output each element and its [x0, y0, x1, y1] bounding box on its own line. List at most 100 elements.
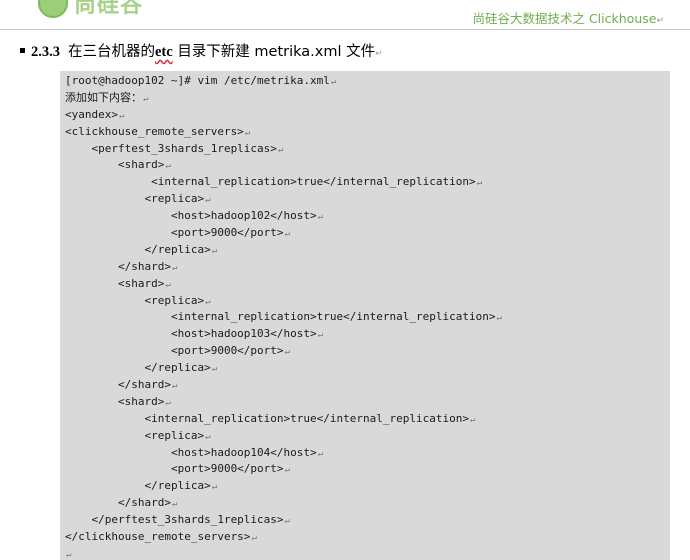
- document-page: 尚硅谷 尚硅谷大数据技术之 Clickhouse↵ 2.3.3 在三台机器的etc…: [0, 0, 690, 560]
- paragraph-mark-icon: ↵: [476, 178, 483, 189]
- section-heading: 2.3.3 在三台机器的etc 目录下新建 metrika.xml 文件↵: [20, 40, 383, 61]
- paragraph-mark-icon: ↵: [118, 110, 125, 121]
- paragraph-mark-icon: ↵: [284, 516, 290, 527]
- code-line-text: </shard>: [65, 378, 171, 392]
- paragraph-mark-icon: ↵: [330, 77, 337, 87]
- code-line-text: <shard>: [65, 158, 165, 172]
- code-line-text: <port>9000</port>: [65, 462, 284, 476]
- code-line: <host>hadoop102</host>↵: [65, 208, 502, 225]
- code-line-text: </replica>: [65, 242, 211, 256]
- paragraph-mark-icon: ↵: [277, 144, 284, 155]
- paragraph-mark-icon: ↵: [211, 245, 218, 256]
- code-line-text: <yandex>: [65, 107, 118, 121]
- section-keyword: etc: [155, 44, 173, 60]
- code-line: <port>9000</port>↵: [65, 461, 502, 478]
- paragraph-mark-icon: ↵: [496, 313, 502, 324]
- section-number: 2.3.3: [31, 44, 60, 60]
- code-line: <clickhouse_remote_servers>↵: [65, 124, 502, 141]
- code-line-text: <host>hadoop102</host>: [65, 209, 317, 223]
- code-line: [root@hadoop102 ~]# vim /etc/metrika.xml…: [65, 73, 502, 90]
- code-line-text: <replica>: [65, 428, 205, 442]
- code-line: <shard>↵: [65, 157, 502, 174]
- paragraph-mark-icon: ↵: [317, 330, 324, 341]
- code-line-text: 添加如下内容：: [65, 90, 142, 104]
- code-line: <host>hadoop103</host>↵: [65, 326, 502, 343]
- code-line: <host>hadoop104</host>↵: [65, 445, 502, 462]
- brand-logo: 尚硅谷: [38, 0, 143, 18]
- header-divider: [0, 29, 690, 30]
- bullet-icon: [20, 47, 25, 53]
- paragraph-mark-icon: ↵: [284, 229, 290, 240]
- code-line-text: </shard>: [65, 259, 171, 273]
- code-line: <perftest_3shards_1replicas>↵: [65, 141, 502, 158]
- header-title-text: 尚硅谷大数据技术之 Clickhouse: [472, 11, 657, 26]
- page-header-title: 尚硅谷大数据技术之 Clickhouse↵: [472, 8, 664, 27]
- paragraph-mark-icon: ↵: [211, 482, 218, 493]
- code-line-text: </perftest_3shards_1replicas>: [65, 513, 284, 527]
- paragraph-mark-icon: ↵: [317, 212, 324, 223]
- paragraph-mark-icon: ↵: [165, 279, 171, 290]
- paragraph-mark-icon: ↵: [171, 381, 178, 392]
- code-lines: [root@hadoop102 ~]# vim /etc/metrika.xml…: [65, 73, 502, 560]
- code-line: <port>9000</port>↵: [65, 343, 502, 360]
- paragraph-mark-icon: ↵: [165, 397, 171, 408]
- code-line-text: <internal_replication>true</internal_rep…: [65, 175, 476, 189]
- paragraph-mark-icon: ↵: [205, 431, 211, 442]
- code-line-text: <port>9000</port>: [65, 344, 284, 358]
- paragraph-mark-icon: ↵: [284, 465, 290, 476]
- section-text-after: 目录下新建 metrika.xml 文件: [177, 44, 376, 60]
- code-line-text: <shard>: [65, 276, 165, 290]
- code-line: <replica>↵: [65, 428, 502, 445]
- code-line-text: <perftest_3shards_1replicas>: [65, 141, 277, 155]
- code-line-text: </clickhouse_remote_servers>: [65, 530, 251, 544]
- code-line-text: [root@hadoop102 ~]# vim /etc/metrika.xml: [65, 74, 330, 87]
- code-line: </perftest_3shards_1replicas>↵: [65, 512, 502, 529]
- code-line: ↵: [65, 546, 502, 560]
- code-line: </replica>↵: [65, 478, 502, 495]
- code-line: <internal_replication>true</internal_rep…: [65, 411, 502, 428]
- code-line-text: <shard>: [65, 394, 165, 408]
- code-line-text: <internal_replication>true</internal_rep…: [65, 310, 496, 324]
- code-line-text: </shard>: [65, 496, 171, 510]
- code-line: </shard>↵: [65, 377, 502, 394]
- code-line: <replica>↵: [65, 191, 502, 208]
- paragraph-mark-icon: ↵: [251, 533, 257, 544]
- paragraph-mark-icon: ↵: [244, 127, 251, 138]
- code-line: <replica>↵: [65, 293, 502, 310]
- code-block: [root@hadoop102 ~]# vim /etc/metrika.xml…: [60, 71, 670, 560]
- paragraph-mark-icon: ↵: [171, 262, 178, 273]
- code-line: <yandex>↵: [65, 107, 502, 124]
- code-line: </clickhouse_remote_servers>↵: [65, 529, 502, 546]
- code-line: </shard>↵: [65, 259, 502, 276]
- paragraph-mark-icon: ↵: [171, 499, 178, 510]
- code-line: </replica>↵: [65, 242, 502, 259]
- code-line: </shard>↵: [65, 495, 502, 512]
- code-line-text: <host>hadoop104</host>: [65, 445, 317, 459]
- paragraph-mark-icon: ↵: [375, 49, 383, 59]
- code-line: 添加如下内容：↵: [65, 90, 502, 107]
- code-line-text: <clickhouse_remote_servers>: [65, 124, 244, 138]
- code-line-text: <replica>: [65, 293, 205, 307]
- code-line: </replica>↵: [65, 360, 502, 377]
- code-line: <port>9000</port>↵: [65, 225, 502, 242]
- paragraph-mark-icon: ↵: [211, 364, 218, 375]
- paragraph-mark-icon: ↵: [165, 161, 171, 172]
- paragraph-mark-icon: ↵: [656, 16, 664, 26]
- code-line-text: <host>hadoop103</host>: [65, 327, 317, 341]
- paragraph-mark-icon: ↵: [66, 549, 72, 560]
- code-line: <internal_replication>true</internal_rep…: [65, 174, 502, 191]
- code-line-text: <port>9000</port>: [65, 226, 284, 240]
- code-line: <internal_replication>true</internal_rep…: [65, 309, 502, 326]
- paragraph-mark-icon: ↵: [284, 347, 290, 358]
- paragraph-mark-icon: ↵: [317, 448, 324, 459]
- code-line-text: </replica>: [65, 479, 211, 493]
- section-text-before: 在三台机器的: [68, 44, 155, 60]
- paragraph-mark-icon: ↵: [143, 93, 149, 104]
- code-line-text: <replica>: [65, 192, 205, 206]
- logo-text: 尚硅谷: [74, 0, 144, 18]
- code-line: <shard>↵: [65, 276, 502, 293]
- paragraph-mark-icon: ↵: [205, 296, 211, 307]
- code-line-text: <internal_replication>true</internal_rep…: [65, 411, 469, 425]
- logo-icon: [38, 0, 68, 18]
- paragraph-mark-icon: ↵: [205, 195, 211, 206]
